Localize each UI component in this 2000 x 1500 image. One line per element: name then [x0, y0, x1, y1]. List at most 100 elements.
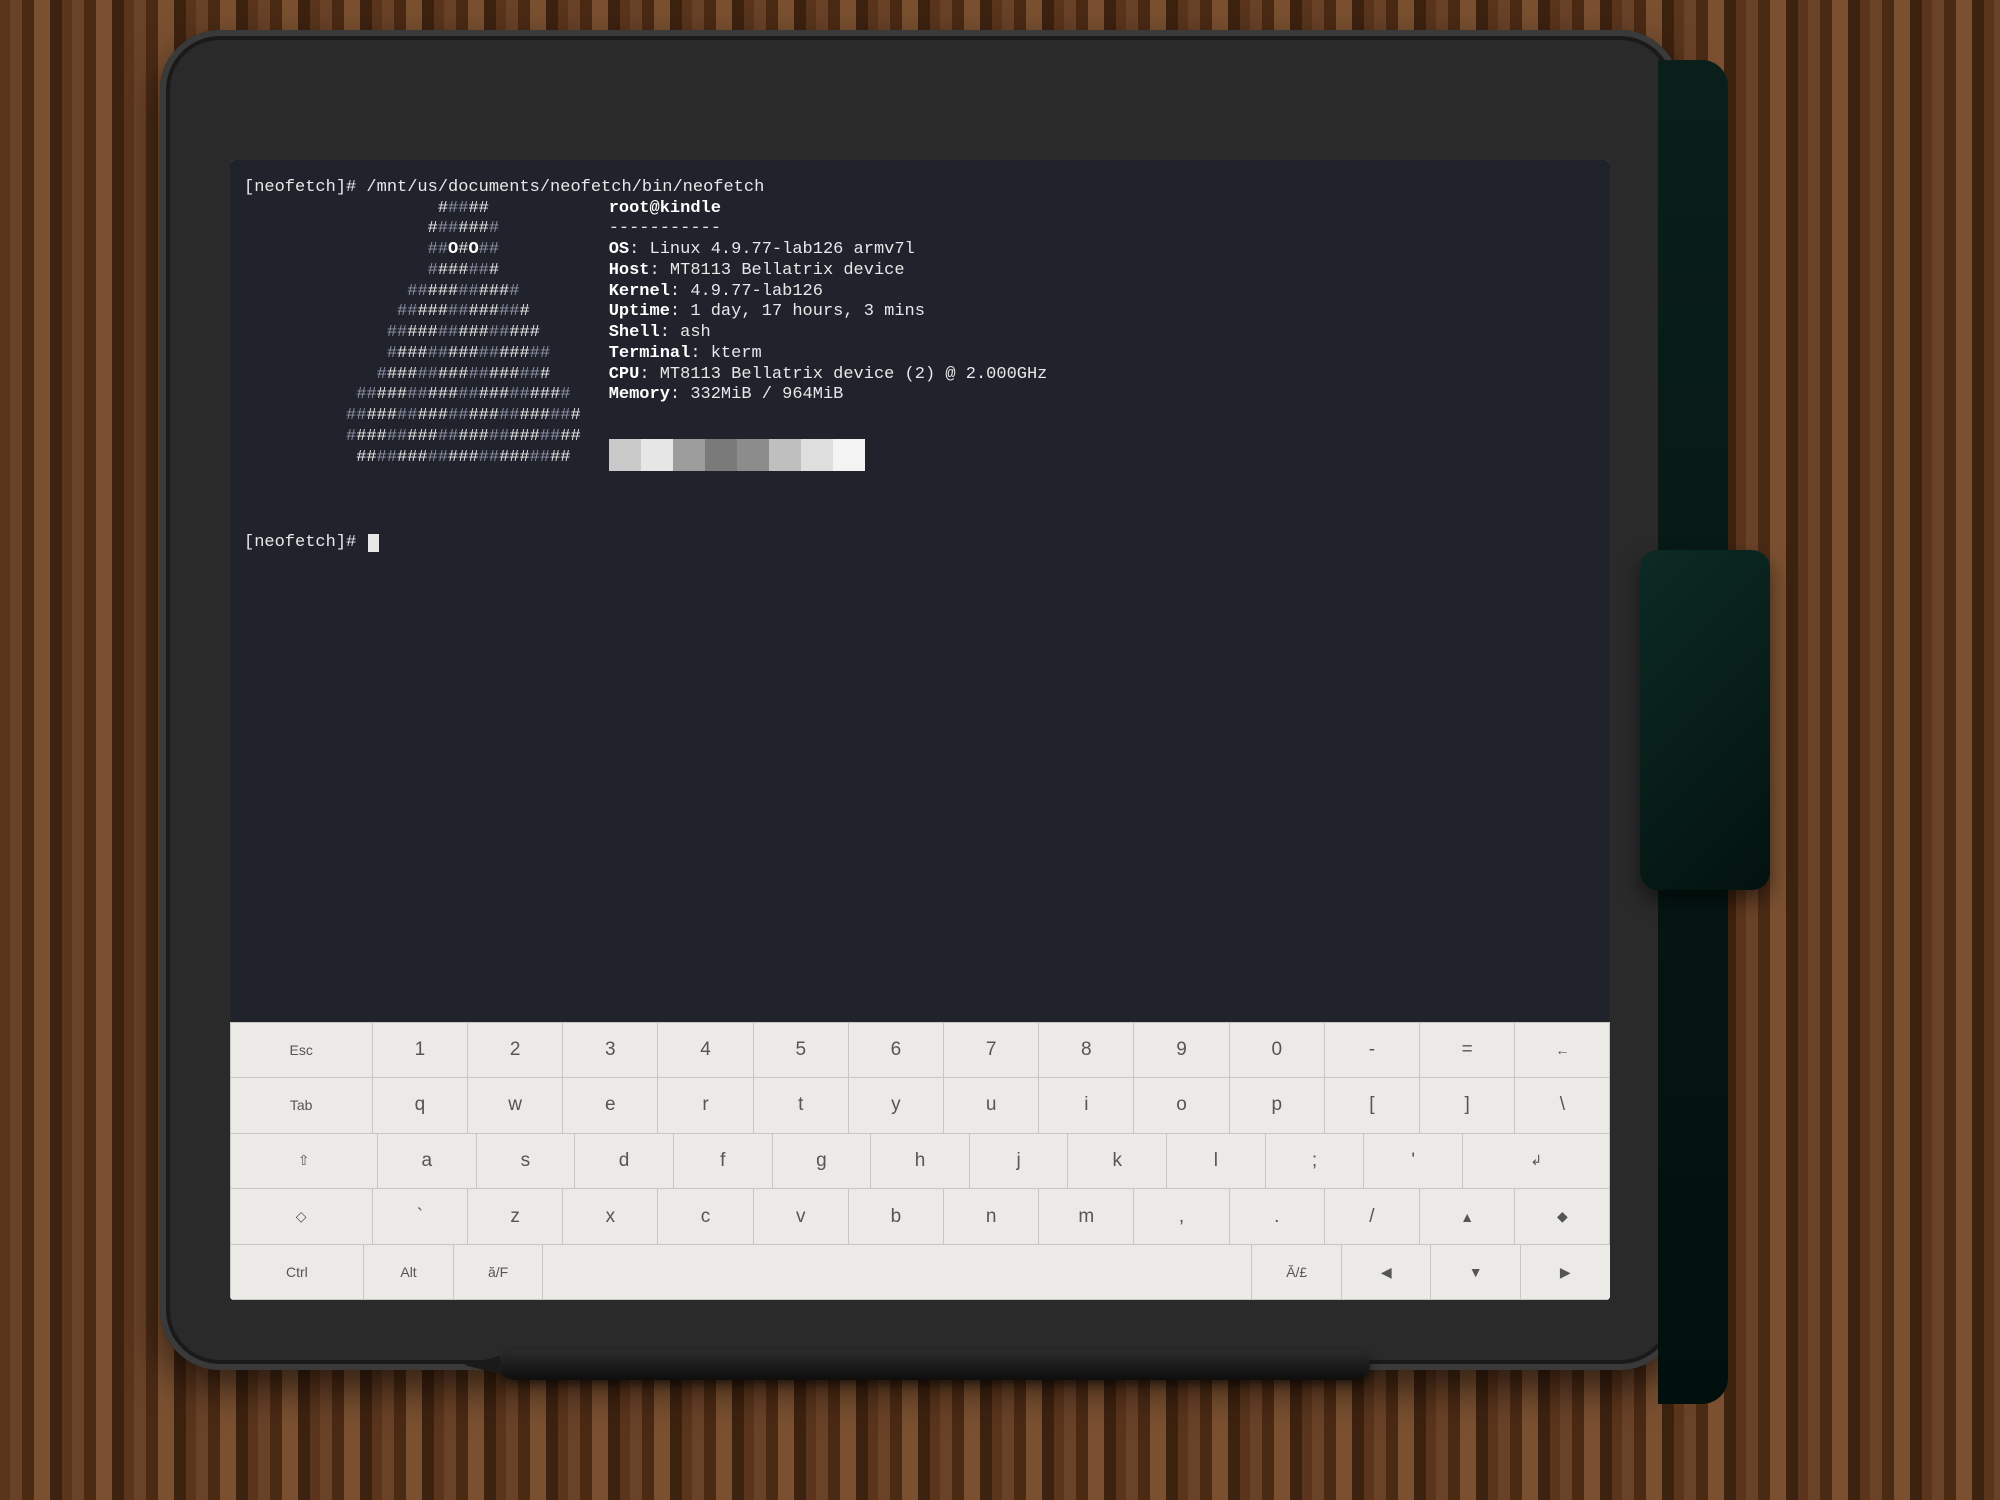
- key-label: ◀: [1381, 1264, 1392, 1281]
- key-alt[interactable]: Alt: [363, 1244, 454, 1300]
- key-x[interactable]: x: [562, 1188, 658, 1245]
- key-equals[interactable]: =: [1419, 1022, 1515, 1079]
- key-label: 6: [891, 1039, 902, 1061]
- key-d[interactable]: d: [574, 1133, 674, 1190]
- key-space[interactable]: [542, 1244, 1252, 1300]
- key-label: [: [1369, 1094, 1374, 1116]
- key-a[interactable]: a: [377, 1133, 477, 1190]
- key-label: 8: [1081, 1039, 1092, 1061]
- key-label: ▶: [1560, 1264, 1571, 1281]
- key-s[interactable]: s: [476, 1133, 576, 1190]
- key-label: ă/F: [488, 1264, 508, 1280]
- key-label: j: [1017, 1150, 1021, 1172]
- key-u[interactable]: u: [943, 1077, 1039, 1134]
- key-k[interactable]: k: [1067, 1133, 1167, 1190]
- key-arrow-down[interactable]: ▼: [1430, 1244, 1521, 1300]
- keyboard-row: CtrlAlt ă/F Ă/£ ◀ ▼ ▶: [230, 1244, 1610, 1300]
- key-n[interactable]: n: [943, 1188, 1039, 1245]
- key-h[interactable]: h: [870, 1133, 970, 1190]
- key-2[interactable]: 2: [467, 1022, 563, 1079]
- key-label: -: [1369, 1039, 1375, 1061]
- key-6[interactable]: 6: [848, 1022, 944, 1079]
- key-e[interactable]: e: [562, 1077, 658, 1134]
- key-label: p: [1271, 1094, 1282, 1116]
- key-rbracket[interactable]: ]: [1419, 1077, 1515, 1134]
- key-v[interactable]: v: [753, 1188, 849, 1245]
- key-7[interactable]: 7: [943, 1022, 1039, 1079]
- key-label: v: [796, 1206, 806, 1228]
- key-w[interactable]: w: [467, 1077, 563, 1134]
- key-label: ;: [1312, 1150, 1317, 1172]
- key-fn[interactable]: ă/F: [453, 1244, 544, 1300]
- key-label: r: [702, 1094, 708, 1116]
- terminal-cursor: [368, 534, 379, 552]
- key-label: ▼: [1469, 1264, 1483, 1280]
- key-arrow-left[interactable]: ◀: [1341, 1244, 1432, 1300]
- key-i[interactable]: i: [1038, 1077, 1134, 1134]
- key-label: Esc: [289, 1042, 312, 1058]
- key-label: Ă/£: [1286, 1264, 1307, 1280]
- key-0[interactable]: 0: [1229, 1022, 1325, 1079]
- key-lbracket[interactable]: [: [1324, 1077, 1420, 1134]
- key-c[interactable]: c: [657, 1188, 753, 1245]
- keyboard-row: Esc 1 2 34 5 6 7 8 9 0 - = ←: [230, 1022, 1610, 1078]
- key-period[interactable]: .: [1229, 1188, 1325, 1245]
- key-1[interactable]: 1: [372, 1022, 468, 1079]
- keyboard-row: ⇧asd f g h j kl; '↲: [230, 1133, 1610, 1189]
- key-l[interactable]: l: [1166, 1133, 1266, 1190]
- key-backslash[interactable]: \: [1514, 1077, 1610, 1134]
- key-backtick[interactable]: `: [372, 1188, 468, 1245]
- key-j[interactable]: j: [969, 1133, 1069, 1190]
- key-arrow-right[interactable]: ▶: [1520, 1244, 1610, 1300]
- key-9[interactable]: 9: [1133, 1022, 1229, 1079]
- key-altgr[interactable]: Ă/£: [1251, 1244, 1342, 1300]
- key-b[interactable]: b: [848, 1188, 944, 1245]
- key-5[interactable]: 5: [753, 1022, 849, 1079]
- stylus-pen: [500, 1350, 1370, 1380]
- key-3[interactable]: 3: [562, 1022, 658, 1079]
- key-comma[interactable]: ,: [1133, 1188, 1229, 1245]
- key-arrow-up[interactable]: ▲: [1419, 1188, 1515, 1245]
- key-label: 2: [510, 1039, 521, 1061]
- key-slash[interactable]: /: [1324, 1188, 1420, 1245]
- key-t[interactable]: t: [753, 1077, 849, 1134]
- key-label: `: [417, 1206, 423, 1228]
- key-label: 5: [795, 1039, 806, 1061]
- key-z[interactable]: z: [467, 1188, 563, 1245]
- key-m[interactable]: m: [1038, 1188, 1134, 1245]
- keyboard-row: ◇ ` zxc v b nm,. /▲◆: [230, 1189, 1610, 1245]
- key-8[interactable]: 8: [1038, 1022, 1134, 1079]
- key-tab[interactable]: Tab: [230, 1077, 373, 1134]
- key-label: b: [891, 1206, 902, 1228]
- key-o[interactable]: o: [1133, 1077, 1229, 1134]
- key-q[interactable]: q: [372, 1077, 468, 1134]
- key-label: h: [915, 1150, 926, 1172]
- key-r[interactable]: r: [657, 1077, 753, 1134]
- key-backspace[interactable]: ←: [1514, 1022, 1610, 1079]
- key-label: g: [816, 1150, 827, 1172]
- key-semicolon[interactable]: ;: [1265, 1133, 1365, 1190]
- key-label: f: [720, 1150, 725, 1172]
- key-escape[interactable]: Esc: [230, 1022, 373, 1079]
- key-shift[interactable]: ⇧: [230, 1133, 378, 1190]
- key-minus[interactable]: -: [1324, 1022, 1420, 1079]
- terminal[interactable]: [neofetch]# /mnt/us/documents/neofetch/b…: [230, 160, 1610, 1022]
- key-label: .: [1274, 1206, 1279, 1228]
- key-enter[interactable]: ↲: [1462, 1133, 1610, 1190]
- terminal-content: [neofetch]# /mnt/us/documents/neofetch/b…: [244, 178, 1596, 552]
- key-g[interactable]: g: [772, 1133, 872, 1190]
- key-label: \: [1560, 1094, 1565, 1116]
- key-p[interactable]: p: [1229, 1077, 1325, 1134]
- key-label: ,: [1179, 1206, 1184, 1228]
- key-y[interactable]: y: [848, 1077, 944, 1134]
- key-ctrl[interactable]: Ctrl: [230, 1244, 364, 1300]
- key-label: ←: [1555, 1042, 1569, 1058]
- tablet-device: [neofetch]# /mnt/us/documents/neofetch/b…: [160, 30, 1680, 1370]
- key-label: 9: [1176, 1039, 1187, 1061]
- key-f[interactable]: f: [673, 1133, 773, 1190]
- key-label: w: [508, 1094, 522, 1116]
- key-mod[interactable]: ◆: [1514, 1188, 1610, 1245]
- key-4[interactable]: 4: [657, 1022, 753, 1079]
- key-layer[interactable]: ◇: [230, 1188, 373, 1245]
- key-quote[interactable]: ': [1363, 1133, 1463, 1190]
